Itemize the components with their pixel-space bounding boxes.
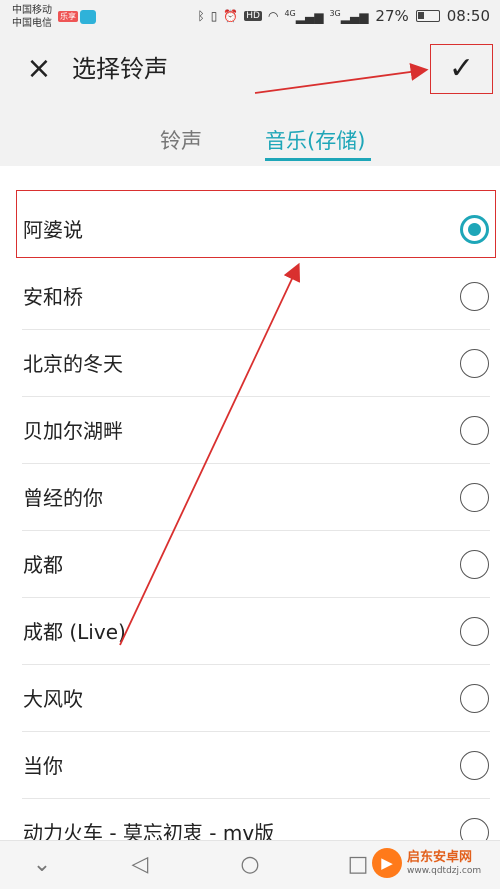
bluetooth-icon: ᛒ (197, 9, 205, 23)
watermark-url: www.qdtdzj.com (407, 865, 482, 876)
recent-apps-icon[interactable]: □ (342, 849, 374, 881)
radio-icon[interactable] (460, 550, 489, 579)
song-item[interactable]: 阿婆说 (0, 190, 500, 263)
song-item[interactable]: 当你 (0, 732, 500, 799)
watermark-logo-icon: ▶ (372, 848, 402, 878)
alarm-icon: ⏰ (223, 9, 239, 23)
signal-1-icon: 4G▂▄▆ (284, 8, 324, 24)
confirm-button[interactable]: ✓ (430, 44, 493, 94)
song-name: 成都 (Live) (23, 620, 126, 644)
radio-icon[interactable] (460, 483, 489, 512)
close-button[interactable]: × (24, 54, 54, 84)
radio-icon[interactable] (460, 751, 489, 780)
hd-icon: HD (244, 11, 262, 21)
vibrate-icon: ▯ (210, 9, 218, 23)
song-name: 贝加尔湖畔 (23, 419, 123, 443)
watermark: ▶ 启东安卓网 www.qdtdzj.com (372, 848, 481, 878)
radio-icon[interactable] (460, 416, 489, 445)
song-item[interactable]: 成都 (0, 531, 500, 598)
song-item[interactable]: 贝加尔湖畔 (0, 397, 500, 464)
battery-icon (415, 10, 440, 22)
song-item[interactable]: 曾经的你 (0, 464, 500, 531)
song-name: 北京的冬天 (23, 352, 123, 376)
song-name: 安和桥 (23, 285, 83, 309)
watermark-name: 启东安卓网 (407, 849, 473, 865)
radio-icon[interactable] (460, 349, 489, 378)
song-item[interactable]: 北京的冬天 (0, 330, 500, 397)
song-item[interactable]: 安和桥 (0, 263, 500, 330)
battery-percent: 27% (375, 7, 409, 25)
song-item[interactable]: 大风吹 (0, 665, 500, 732)
watermark-text: 启东安卓网 www.qdtdzj.com (407, 850, 481, 877)
highlight-box (16, 190, 496, 258)
carrier-badge: 乐享 (58, 11, 78, 22)
home-icon[interactable]: ○ (234, 849, 266, 881)
status-right: ᛒ ▯ ⏰ HD ◠ 4G▂▄▆ 3G▂▄▆ 27% 08:50 (198, 7, 491, 25)
radio-icon[interactable] (460, 684, 489, 713)
radio-icon[interactable] (460, 617, 489, 646)
song-name: 阿婆说 (23, 218, 83, 242)
close-icon: × (26, 51, 52, 86)
clock: 08:50 (446, 7, 490, 25)
song-list: 阿婆说 安和桥 北京的冬天 贝加尔湖畔 曾经的你 成都 成都 (Live) 大风… (0, 190, 500, 866)
chevron-down-icon[interactable]: ⌄ (26, 849, 58, 881)
radio-icon[interactable] (460, 282, 489, 311)
active-tab-indicator (265, 158, 371, 161)
song-name: 当你 (23, 754, 63, 778)
page-title: 选择铃声 (72, 55, 168, 83)
song-name: 成都 (23, 553, 63, 577)
song-item[interactable]: 成都 (Live) (0, 598, 500, 665)
status-bar: 中国移动 中国电信 乐享 ᛒ ▯ ⏰ HD ◠ 4G▂▄▆ 3G▂▄▆ 27% … (0, 0, 500, 34)
song-name: 大风吹 (23, 687, 83, 711)
radio-selected-icon[interactable] (460, 215, 489, 244)
carrier-1: 中国移动 (12, 5, 52, 16)
status-icons: ᛒ ▯ ⏰ HD ◠ 4G▂▄▆ 3G▂▄▆ (198, 9, 369, 24)
carrier-info: 中国移动 中国电信 (12, 4, 52, 30)
wifi-icon: ◠ (267, 9, 279, 23)
carrier-2: 中国电信 (12, 18, 52, 29)
check-icon: ✓ (448, 51, 475, 86)
tab-music-storage[interactable]: 音乐(存储) (265, 126, 365, 156)
header: × 选择铃声 ✓ 铃声 音乐(存储) (0, 34, 500, 166)
back-icon[interactable]: ◁ (124, 849, 156, 881)
tab-ringtone[interactable]: 铃声 (160, 126, 202, 156)
signal-2-icon: 3G▂▄▆ (329, 8, 369, 24)
song-name: 曾经的你 (23, 486, 103, 510)
app-notification-icon (80, 10, 96, 24)
